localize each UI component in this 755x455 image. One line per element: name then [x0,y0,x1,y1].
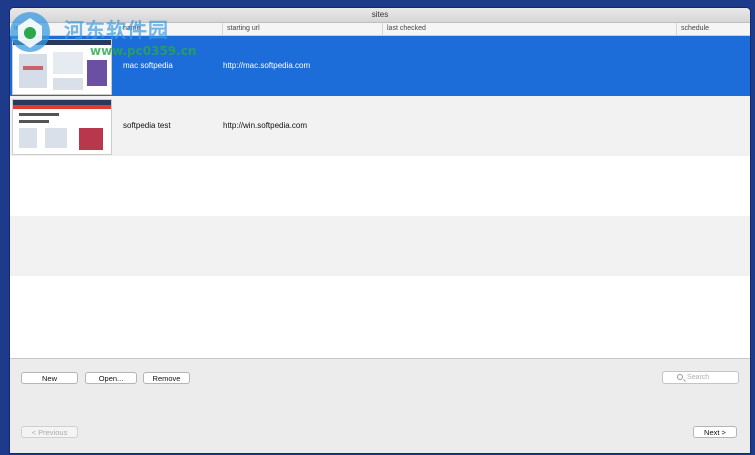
table-row[interactable]: softpedia test http://win.softpedia.com [10,96,750,156]
search-icon [677,374,683,380]
empty-row [10,276,750,336]
site-thumbnail [12,99,112,155]
column-header-name[interactable]: name [118,23,222,35]
previous-button[interactable]: < Previous [21,426,78,438]
column-header-schedule[interactable]: schedule [676,23,750,35]
empty-row [10,156,750,216]
column-header-starting-url[interactable]: starting url [222,23,382,35]
window-title: sites [10,8,750,23]
table-header: image name starting url last checked sch… [10,23,750,36]
site-name: mac softpedia [123,61,173,70]
sites-table: mac softpedia http://mac.softpedia.com s… [10,36,750,358]
table-row[interactable]: mac softpedia http://mac.softpedia.com [10,36,750,96]
site-url: http://win.softpedia.com [223,121,308,130]
site-thumbnail [12,39,112,95]
sites-window: sites image name starting url last check… [10,8,750,453]
open-button[interactable]: Open... [85,372,137,384]
site-name: softpedia test [123,121,171,130]
search-input[interactable]: Search [662,371,739,384]
search-placeholder: Search [687,374,710,381]
site-url: http://mac.softpedia.com [223,61,311,70]
new-button[interactable]: New [21,372,78,384]
empty-row [10,216,750,276]
column-header-image[interactable]: image [10,23,56,35]
next-button[interactable]: Next > [693,426,737,438]
bottom-bar: New Open... Remove Search < Previous Nex… [10,358,750,453]
column-header-last-checked[interactable]: last checked [382,23,676,35]
remove-button[interactable]: Remove [143,372,190,384]
